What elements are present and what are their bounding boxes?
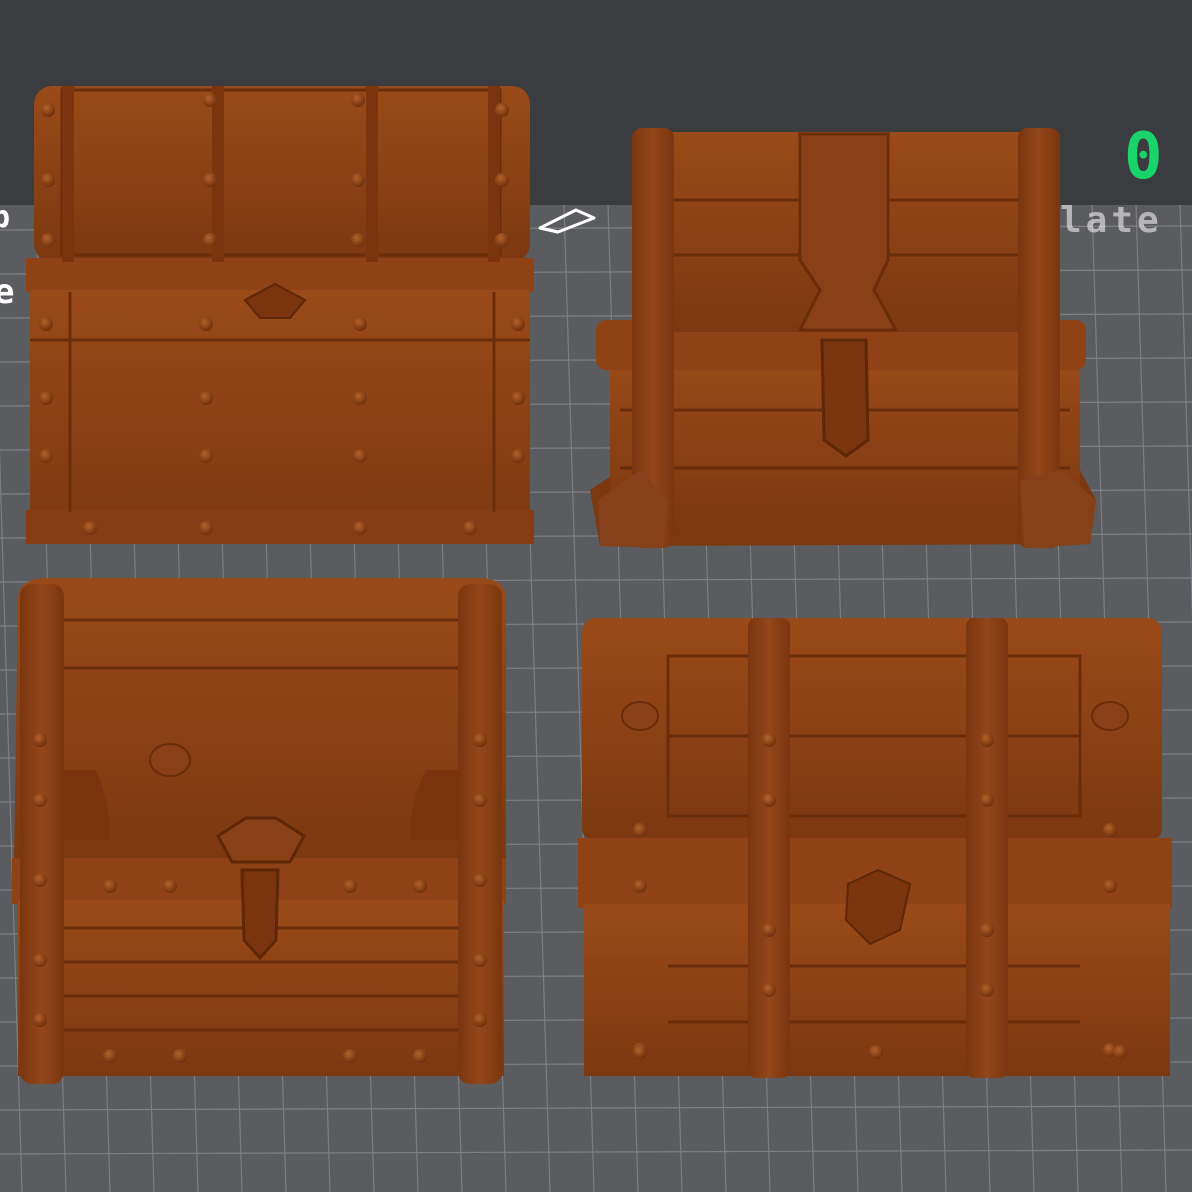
toolbar-label-fragment: p [0, 200, 11, 235]
plate-label-fragment: late [1060, 200, 1163, 241]
rivet [869, 1045, 883, 1059]
rivet [33, 1013, 47, 1027]
rivet [203, 93, 217, 107]
rivet [39, 449, 53, 463]
rivet [413, 1049, 427, 1063]
rivet [633, 1045, 647, 1059]
rivet [353, 391, 367, 405]
rivet [39, 317, 53, 331]
rivet [473, 733, 487, 747]
cut-tool-icon[interactable] [536, 204, 600, 234]
treasure-chest-studded[interactable] [26, 86, 534, 544]
rivet [41, 233, 55, 247]
rivet [762, 793, 776, 807]
rivet [103, 879, 117, 893]
rivet [1103, 823, 1117, 837]
rivet [33, 873, 47, 887]
rivet [203, 173, 217, 187]
rivet [203, 233, 217, 247]
rivet [351, 93, 365, 107]
rivet [762, 983, 776, 997]
rivet [199, 521, 213, 535]
rivet [1103, 879, 1117, 893]
rivet [353, 521, 367, 535]
rivet [41, 173, 55, 187]
rivet [163, 879, 177, 893]
rivet [633, 823, 647, 837]
rivet [39, 391, 53, 405]
rivet [199, 317, 213, 331]
rivet [33, 953, 47, 967]
rivet [980, 983, 994, 997]
rivet [511, 449, 525, 463]
build-plate-view[interactable] [0, 0, 1192, 1192]
rivet [343, 1049, 357, 1063]
rivet [83, 521, 97, 535]
treasure-chest-strapped[interactable] [590, 128, 1096, 548]
rivet [473, 793, 487, 807]
rivet [495, 173, 509, 187]
rivet [463, 521, 477, 535]
rivet [413, 879, 427, 893]
rivet [33, 733, 47, 747]
rivet [762, 923, 776, 937]
rivet [199, 449, 213, 463]
rivet [173, 1049, 187, 1063]
rivet [980, 793, 994, 807]
rivet [511, 317, 525, 331]
rivet [473, 873, 487, 887]
treasure-chest-rounded[interactable] [12, 578, 506, 1084]
rivet [353, 449, 367, 463]
status-counter: 0 [1124, 120, 1163, 194]
treasure-chest-banded[interactable] [578, 618, 1172, 1078]
rivet [33, 793, 47, 807]
rivet [473, 953, 487, 967]
rivet [980, 733, 994, 747]
rivet [980, 923, 994, 937]
rivet [351, 173, 365, 187]
rivet [633, 879, 647, 893]
rivet [103, 1049, 117, 1063]
rivet [511, 391, 525, 405]
rivet [41, 103, 55, 117]
toolbar-label-fragment-2: e [0, 272, 15, 312]
slicer-viewport[interactable]: p e late 0 [0, 0, 1192, 1192]
rivet [353, 317, 367, 331]
rivet [495, 233, 509, 247]
rivet [199, 391, 213, 405]
rivet [495, 103, 509, 117]
rivet [762, 733, 776, 747]
rivet [473, 1013, 487, 1027]
rivet [351, 233, 365, 247]
rivet [343, 879, 357, 893]
rivet [1113, 1045, 1127, 1059]
